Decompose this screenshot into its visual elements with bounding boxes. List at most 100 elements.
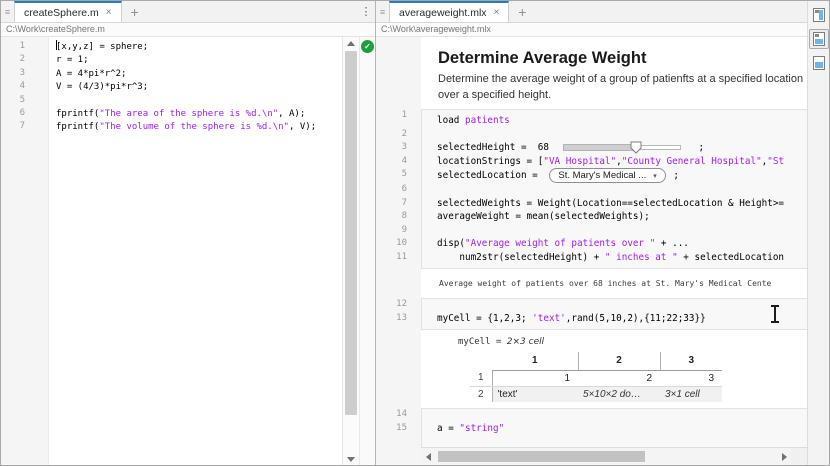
code-line[interactable]: r = 1;: [56, 54, 342, 67]
tab-close-icon[interactable]: ×: [494, 7, 500, 18]
code-ok-check-icon[interactable]: ✓: [361, 40, 374, 53]
code-line[interactable]: a = "string": [421, 422, 813, 436]
tab-label: averageweight.mlx: [399, 7, 487, 19]
left-tab-bar-menu-button[interactable]: ⋮: [357, 1, 375, 22]
code-line[interactable]: [421, 298, 813, 312]
tab-bar-spacer: [148, 1, 357, 22]
line-number: [376, 37, 421, 45]
left-file-path: C:\Work\createSphere.m: [1, 23, 375, 37]
view-hide-code-button[interactable]: [809, 53, 829, 73]
line-number: [376, 273, 421, 294]
height-slider[interactable]: [563, 141, 681, 154]
row-header: 2: [470, 386, 492, 402]
line-number: 1: [376, 109, 421, 128]
line-number: 11: [376, 251, 421, 270]
table-cell: 1: [492, 370, 578, 386]
tab-averageweight-mlx[interactable]: averageweight.mlx ×: [389, 1, 509, 22]
scrollbar-thumb[interactable]: [345, 51, 357, 415]
ibeam-cursor: [770, 305, 779, 323]
left-vertical-scrollbar[interactable]: [342, 37, 359, 465]
cell-array-table: 12311232'text'5×10×2 do…3×1 cell: [470, 352, 722, 402]
code-line[interactable]: V = (4/3)*pi*r^3;: [56, 81, 342, 94]
right-editor-pane: ≡ averageweight.mlx × + ⋮ C:\Work\averag…: [376, 1, 829, 465]
code-line[interactable]: [421, 435, 813, 447]
code-line[interactable]: fprintf("The volume of the sphere is %d.…: [56, 121, 342, 134]
slider-empty-track: [636, 145, 681, 150]
scroll-right-button[interactable]: [777, 448, 791, 465]
tab-bar-spacer: [535, 1, 811, 22]
column-header: 3: [660, 352, 722, 370]
line-number: 3: [376, 141, 421, 155]
code-line[interactable]: averageWeight = mean(selectedWeights);: [421, 210, 813, 224]
line-number: 1: [1, 40, 25, 53]
line-number: 8: [376, 210, 421, 224]
table-cell: 'text': [492, 386, 578, 402]
code-line[interactable]: fprintf("The area of the sphere is %d.\n…: [56, 108, 342, 121]
code-line[interactable]: [421, 408, 813, 422]
line-number: [376, 334, 421, 404]
view-output-on-right-button[interactable]: [809, 5, 829, 25]
code-line[interactable]: myCell = {1,2,3; 'text',rand(5,10,2),{11…: [421, 312, 813, 331]
code-editor[interactable]: 1234567 [x,y,z] = sphere;r = 1;A = 4*pi*…: [1, 37, 375, 465]
code-line[interactable]: [421, 128, 813, 142]
table-cell: 3×1 cell: [660, 386, 722, 402]
line-number: 4: [1, 80, 25, 93]
code-line[interactable]: [56, 95, 342, 108]
line-number: 10: [376, 237, 421, 251]
tab-createsphere-m[interactable]: createSphere.m ×: [14, 1, 122, 22]
row-header: 1: [470, 370, 492, 386]
tab-close-icon[interactable]: ×: [106, 7, 112, 18]
code-line[interactable]: [421, 224, 813, 238]
view-output-inline-button[interactable]: [809, 29, 829, 49]
code-line[interactable]: load patients: [421, 109, 813, 128]
slider-filled-track: [563, 144, 636, 151]
table-cell: 5×10×2 do…: [578, 386, 660, 402]
horizontal-scrollbar-row: [376, 447, 829, 465]
table-corner-cell: [470, 352, 492, 370]
line-number: 2: [376, 128, 421, 142]
line-number: 5: [376, 168, 421, 183]
slider-thumb[interactable]: [630, 141, 642, 155]
line-number: 9: [376, 224, 421, 238]
line-number: 14: [376, 408, 421, 422]
code-line[interactable]: [x,y,z] = sphere;: [56, 40, 342, 54]
code-line[interactable]: num2str(selectedHeight) + " inches at " …: [421, 251, 813, 270]
line-number: 5: [1, 94, 25, 107]
code-line[interactable]: selectedWeights = Weight(Location==selec…: [421, 197, 813, 211]
chevron-down-icon: ▾: [653, 172, 657, 180]
message-indicator-bar: ✓: [359, 37, 375, 465]
live-editor-document[interactable]: Determine Average WeightDetermine the av…: [376, 37, 813, 447]
pane-grip-icon[interactable]: ≡: [1, 1, 14, 22]
line-number: [376, 435, 421, 447]
code-line[interactable]: disp("Average weight of patients over " …: [421, 237, 813, 251]
new-tab-button[interactable]: +: [509, 1, 535, 22]
line-number: 4: [376, 155, 421, 169]
code-line[interactable]: selectedHeight = 68 ;: [421, 141, 813, 155]
code-line[interactable]: A = 4*pi*r^2;: [56, 68, 342, 81]
hide-code-icon: [813, 56, 825, 70]
live-editor[interactable]: Determine Average WeightDetermine the av…: [376, 37, 829, 447]
scrollbar-thumb[interactable]: [438, 451, 645, 462]
code-line[interactable]: locationStrings = ["VA Hospital","County…: [421, 155, 813, 169]
scroll-up-button[interactable]: [343, 37, 359, 49]
output-variable-label: myCell = 2×3 cell: [458, 336, 813, 349]
right-tab-bar: ≡ averageweight.mlx × + ⋮: [376, 1, 829, 23]
line-number: 2: [1, 53, 25, 66]
column-header: 1: [492, 352, 578, 370]
scroll-left-button[interactable]: [421, 448, 435, 465]
horizontal-scrollbar[interactable]: [421, 447, 791, 465]
code-line[interactable]: selectedLocation = St. Mary's Medical ..…: [421, 168, 813, 183]
code-line[interactable]: [421, 183, 813, 197]
line-number-gutter: 1234567: [1, 37, 49, 465]
location-dropdown[interactable]: St. Mary's Medical ...▾: [549, 168, 665, 183]
pane-grip-icon[interactable]: ≡: [376, 1, 389, 22]
line-number: 12: [376, 298, 421, 312]
scroll-down-button[interactable]: [343, 453, 359, 465]
code-area[interactable]: [x,y,z] = sphere;r = 1;A = 4*pi*r^2;V = …: [49, 37, 342, 465]
right-file-path: C:\Work\averageweight.mlx: [376, 23, 829, 37]
new-tab-button[interactable]: +: [122, 1, 148, 22]
line-number: 7: [376, 197, 421, 211]
live-editor-view-controls: [807, 1, 829, 465]
output-inline-icon: [813, 32, 825, 46]
line-number: [376, 71, 421, 103]
